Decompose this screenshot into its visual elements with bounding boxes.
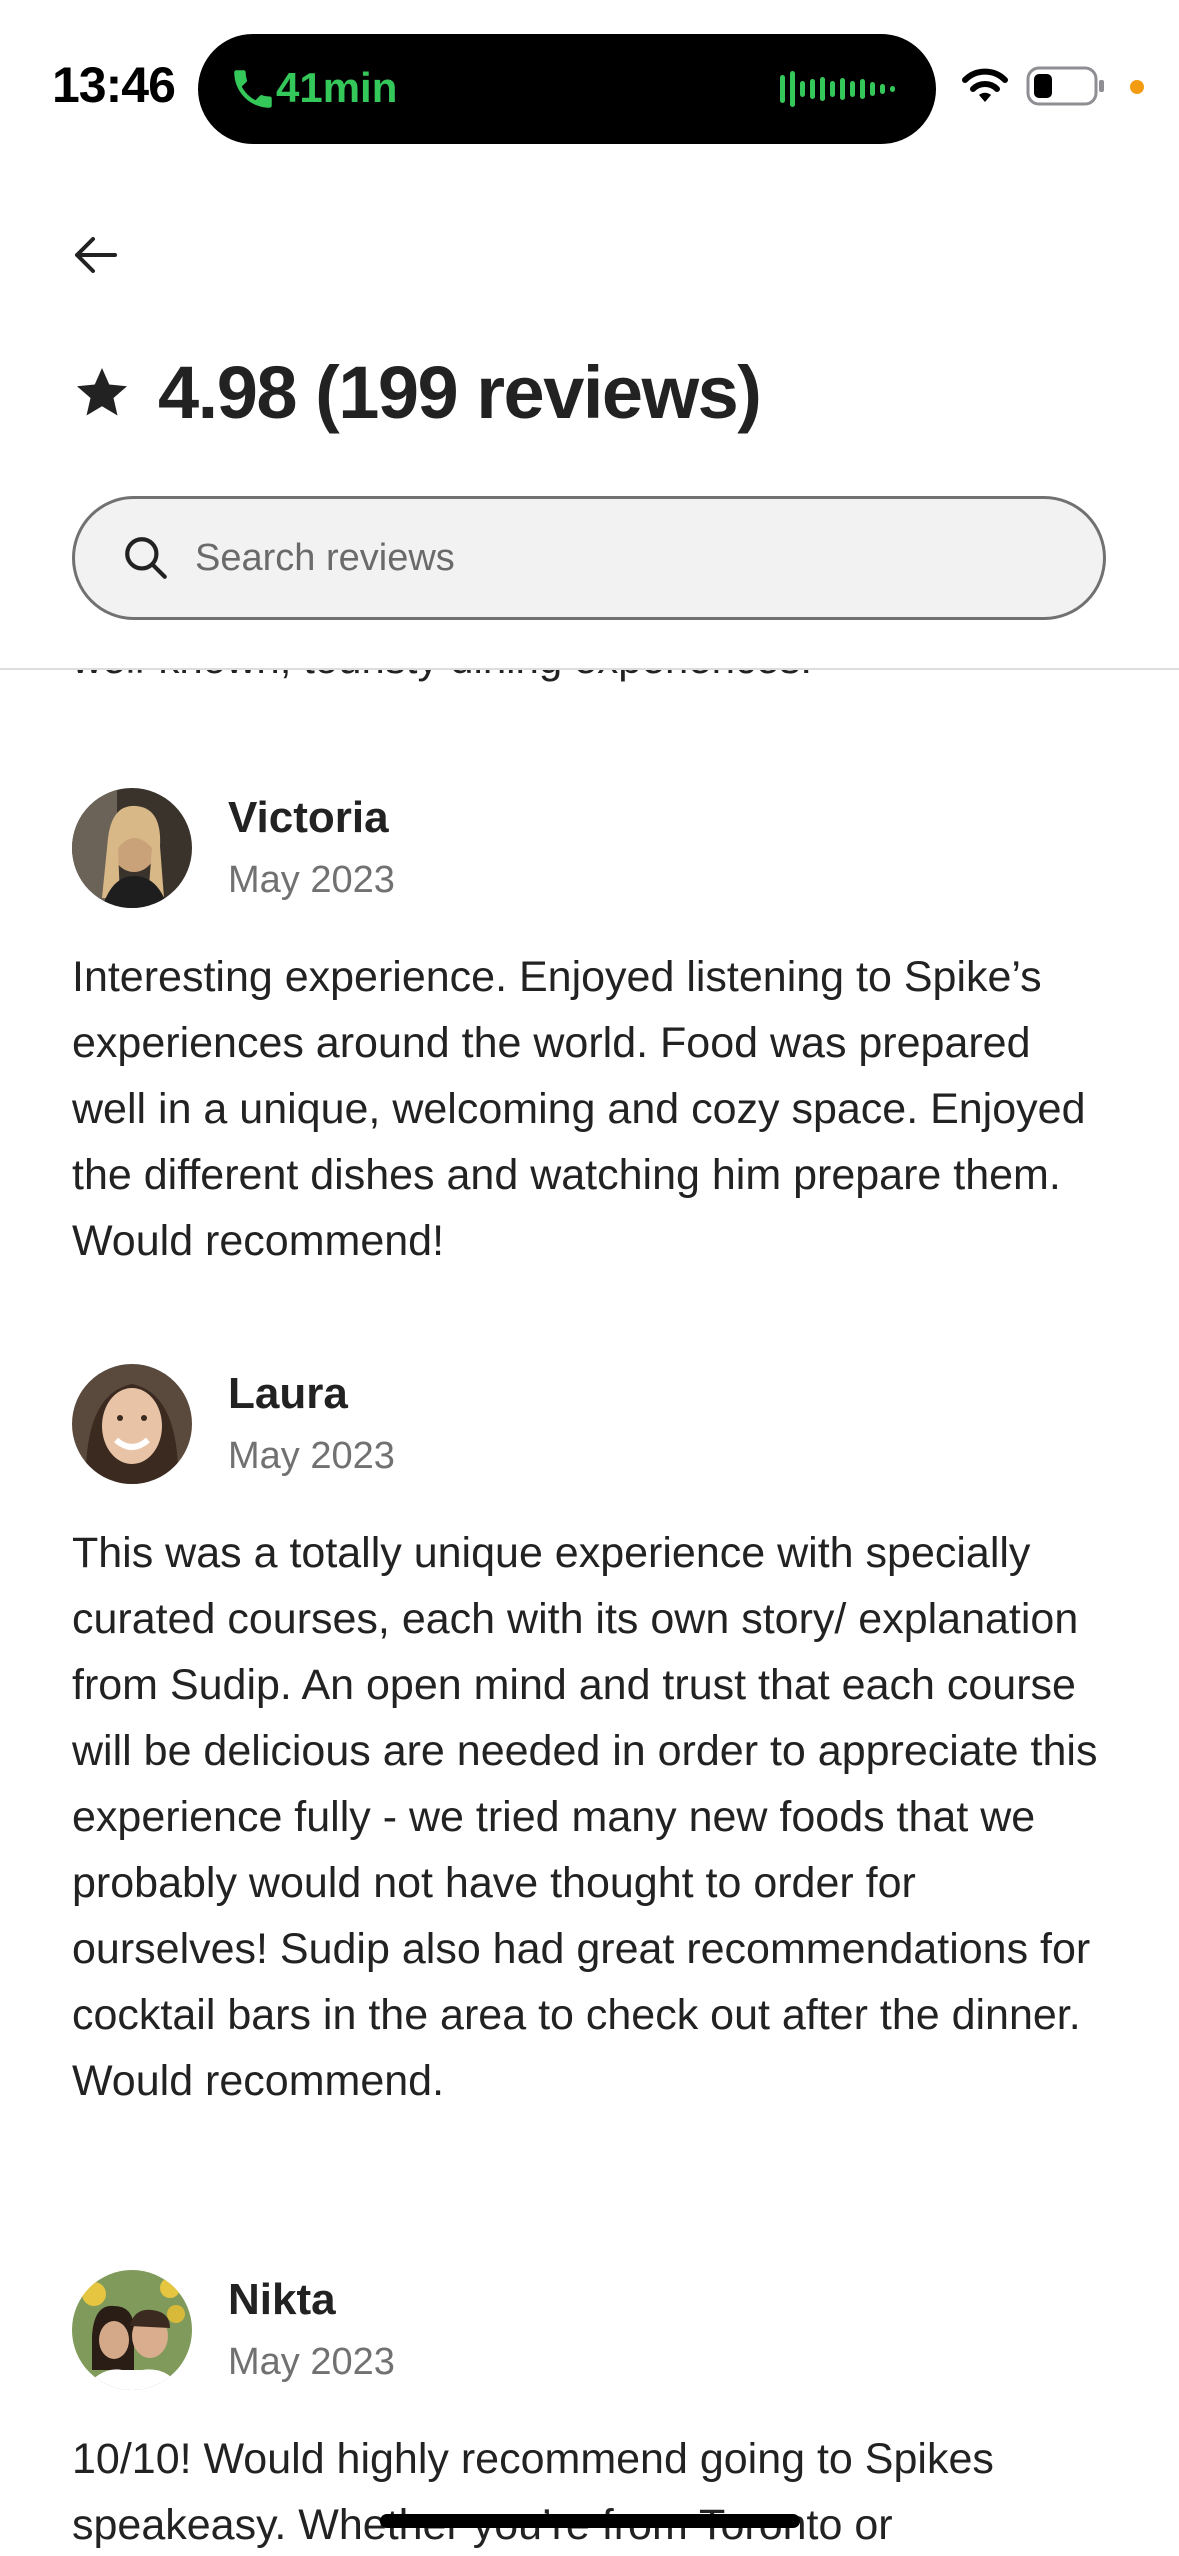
review-text: Interesting experience. Enjoyed listenin… [72, 953, 1086, 1265]
review-item: Victoria May 2023 Interesting experience… [72, 786, 1112, 1274]
review-header: Nikta May 2023 [72, 2268, 1112, 2392]
star-icon [77, 367, 127, 415]
search-icon [125, 537, 167, 579]
call-duration: 41min [276, 64, 398, 111]
avatar[interactable] [72, 2270, 192, 2390]
status-time: 13:46 [52, 57, 176, 113]
reviewer-name: Laura [228, 1369, 348, 1418]
rating-text: 4.98 (199 reviews) [158, 351, 762, 434]
battery-icon [1026, 66, 1104, 106]
arrow-left-icon [75, 237, 117, 273]
reviewer-name: Nikta [228, 2275, 336, 2324]
review-date: May 2023 [228, 859, 395, 901]
review-header: Laura May 2023 [72, 1362, 1112, 1486]
review-text: 10/10! Would highly recommend going to S… [72, 2435, 994, 2549]
status-bar: 13:46 41min [0, 0, 1179, 160]
avatar[interactable] [72, 788, 192, 908]
review-text: This was a totally unique experience wit… [72, 1529, 1098, 2105]
reviewer-name: Victoria [228, 793, 389, 842]
review-date: May 2023 [228, 1435, 395, 1477]
dynamic-island-call[interactable]: 41min [198, 34, 936, 144]
review-item: Nikta May 2023 10/10! Would highly recom… [72, 2268, 1112, 2556]
search-input[interactable]: Search reviews [72, 496, 1106, 620]
review-item: Laura May 2023 This was a totally unique… [72, 1362, 1112, 2114]
privacy-indicator-dot [1130, 80, 1144, 94]
back-button[interactable] [60, 220, 130, 290]
search-placeholder: Search reviews [195, 536, 455, 579]
home-indicator[interactable] [380, 2514, 800, 2528]
reviews-list[interactable]: well-known, touristy dining experiences.… [0, 600, 1179, 2556]
review-date: May 2023 [228, 2341, 395, 2383]
avatar[interactable] [72, 1364, 192, 1484]
rating-summary: 4.98 (199 reviews) [72, 350, 762, 435]
review-header: Victoria May 2023 [72, 786, 1112, 910]
screen: 13:46 41min 4.98 (199 reviews) Search re… [0, 0, 1179, 2556]
audio-wave-icon [780, 71, 895, 107]
wifi-icon [962, 68, 1008, 102]
phone-icon [234, 70, 272, 108]
reviews-header: 4.98 (199 reviews) Search reviews [0, 160, 1179, 670]
